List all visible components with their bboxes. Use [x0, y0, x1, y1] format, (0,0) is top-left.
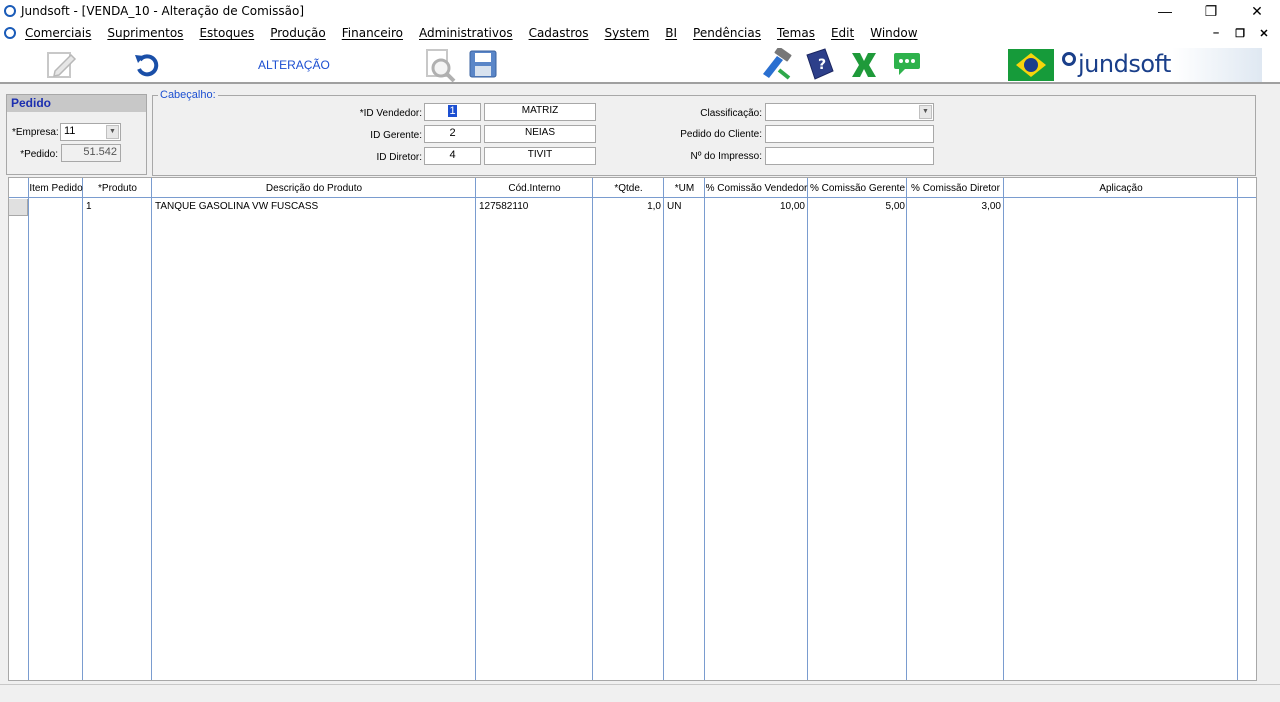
- menu-suprimentos[interactable]: Suprimentos: [107, 26, 183, 40]
- header-produto[interactable]: *Produto: [83, 178, 152, 198]
- brand-banner: jundsoft: [1006, 48, 1262, 82]
- diretor-label: ID Diretor:: [376, 152, 422, 163]
- column-com-vendedor: [705, 178, 808, 680]
- column-com-diretor: [907, 178, 1004, 680]
- impresso-field[interactable]: [765, 147, 934, 165]
- svg-text:?: ?: [818, 57, 826, 73]
- empresa-dropdown-icon[interactable]: ▼: [106, 125, 119, 139]
- cell-com-gerente[interactable]: 5,00: [810, 201, 905, 212]
- pedido-header: Pedido: [7, 95, 146, 112]
- vendedor-label: *ID Vendedor:: [359, 108, 422, 119]
- mdi-restore-button[interactable]: ❐: [1228, 27, 1252, 40]
- menu-system[interactable]: System: [605, 26, 650, 40]
- tools-icon[interactable]: [758, 48, 794, 80]
- brand-text: jundsoft: [1078, 50, 1171, 78]
- items-grid[interactable]: Item Pedido *Produto Descrição do Produt…: [8, 177, 1257, 681]
- pedido-cliente-label: Pedido do Cliente:: [680, 129, 762, 140]
- cell-qtde[interactable]: 1,0: [595, 201, 661, 212]
- menu-edit[interactable]: Edit: [831, 26, 854, 40]
- column-com-gerente: [808, 178, 907, 680]
- help-book-icon[interactable]: ?: [802, 47, 838, 81]
- menu-bar: Comerciais Suprimentos Estoques Produção…: [0, 22, 1280, 44]
- column-cod-interno: [476, 178, 593, 680]
- column-item-pedido: [29, 178, 83, 680]
- cell-com-diretor[interactable]: 3,00: [909, 201, 1001, 212]
- cell-cod-interno[interactable]: 127582110: [479, 201, 591, 212]
- undo-icon[interactable]: [132, 50, 160, 78]
- classificacao-label: Classificação:: [700, 108, 762, 119]
- cell-descricao[interactable]: TANQUE GASOLINA VW FUSCASS: [155, 201, 473, 212]
- classificacao-dropdown-icon[interactable]: ▼: [919, 105, 932, 119]
- menu-pendencias[interactable]: Pendências: [693, 26, 761, 40]
- impresso-label: Nº do Impresso:: [690, 151, 762, 162]
- column-um: [664, 178, 705, 680]
- excel-icon[interactable]: [848, 50, 880, 80]
- cell-um[interactable]: UN: [667, 201, 703, 212]
- empresa-value: 11: [64, 125, 76, 137]
- chat-icon[interactable]: [892, 50, 922, 78]
- window-controls: — ❐ ✕: [1142, 0, 1280, 22]
- menu-bi[interactable]: BI: [665, 26, 677, 40]
- pedido-cliente-field[interactable]: [765, 125, 934, 143]
- cabecalho-legend: Cabeçalho:: [158, 89, 218, 101]
- close-button[interactable]: ✕: [1234, 0, 1280, 22]
- brazil-flag-icon: [1008, 49, 1054, 81]
- mdi-controls: – ❐ ✕: [1204, 22, 1276, 44]
- header-descricao[interactable]: Descrição do Produto: [152, 178, 476, 198]
- window-title: Jundsoft - [VENDA_10 - Alteração de Comi…: [21, 4, 305, 18]
- column-aplicacao: [1004, 178, 1238, 680]
- header-um[interactable]: *UM: [664, 178, 705, 198]
- menu-temas[interactable]: Temas: [777, 26, 815, 40]
- diretor-id-field[interactable]: 4: [424, 147, 481, 165]
- vendedor-name-field: MATRIZ: [484, 103, 596, 121]
- menu-administrativos[interactable]: Administrativos: [419, 26, 513, 40]
- jundsoft-logo: jundsoft: [1062, 50, 1171, 78]
- gerente-label: ID Gerente:: [370, 130, 422, 141]
- classificacao-select[interactable]: [765, 103, 934, 121]
- pedido-label: *Pedido:: [20, 149, 58, 160]
- gerente-name-field: NEIAS: [484, 125, 596, 143]
- cell-produto[interactable]: 1: [86, 201, 150, 212]
- edit-icon[interactable]: [44, 48, 78, 80]
- mdi-close-button[interactable]: ✕: [1252, 27, 1276, 40]
- mdi-minimize-button[interactable]: –: [1204, 27, 1228, 39]
- title-bar: Jundsoft - [VENDA_10 - Alteração de Comi…: [0, 0, 1280, 22]
- header-com-vendedor[interactable]: % Comissão Vendedor: [705, 178, 808, 198]
- row-indicator-column: [9, 178, 29, 680]
- column-produto: [83, 178, 152, 680]
- menu-producao[interactable]: Produção: [270, 26, 326, 40]
- empresa-label: *Empresa:: [12, 127, 59, 138]
- pedido-field[interactable]: 51.542: [61, 144, 121, 162]
- mdi-child-icon[interactable]: [4, 27, 16, 39]
- gerente-id-field[interactable]: 2: [424, 125, 481, 143]
- vendedor-id-value: 1: [448, 105, 457, 117]
- row-selector[interactable]: [9, 199, 28, 216]
- cell-com-vendedor[interactable]: 10,00: [707, 201, 805, 212]
- header-com-gerente[interactable]: % Comissão Gerente: [808, 178, 907, 198]
- header-qtde[interactable]: *Qtde.: [593, 178, 664, 198]
- save-icon[interactable]: [468, 50, 498, 78]
- toolbar: ALTERAÇÃO ? jundsoft: [0, 44, 1280, 84]
- header-aplicacao[interactable]: Aplicação: [1004, 178, 1238, 198]
- header-com-diretor[interactable]: % Comissão Diretor: [907, 178, 1004, 198]
- column-qtde: [593, 178, 664, 680]
- menu-window[interactable]: Window: [870, 26, 917, 40]
- menu-estoques[interactable]: Estoques: [199, 26, 254, 40]
- column-descricao: [152, 178, 476, 680]
- header-cod-interno[interactable]: Cód.Interno: [476, 178, 593, 198]
- header-item-pedido[interactable]: Item Pedido: [29, 178, 83, 198]
- menu-financeiro[interactable]: Financeiro: [342, 26, 403, 40]
- status-bar: [0, 684, 1280, 702]
- maximize-button[interactable]: ❐: [1188, 0, 1234, 22]
- menu-cadastros[interactable]: Cadastros: [529, 26, 589, 40]
- vendedor-id-field[interactable]: 1: [424, 103, 481, 121]
- app-logo-icon: [4, 5, 16, 17]
- minimize-button[interactable]: —: [1142, 0, 1188, 22]
- diretor-name-field: TIVIT: [484, 147, 596, 165]
- mode-label: ALTERAÇÃO: [258, 58, 330, 72]
- menu-comerciais[interactable]: Comerciais: [25, 26, 91, 40]
- search-document-icon[interactable]: [422, 48, 458, 82]
